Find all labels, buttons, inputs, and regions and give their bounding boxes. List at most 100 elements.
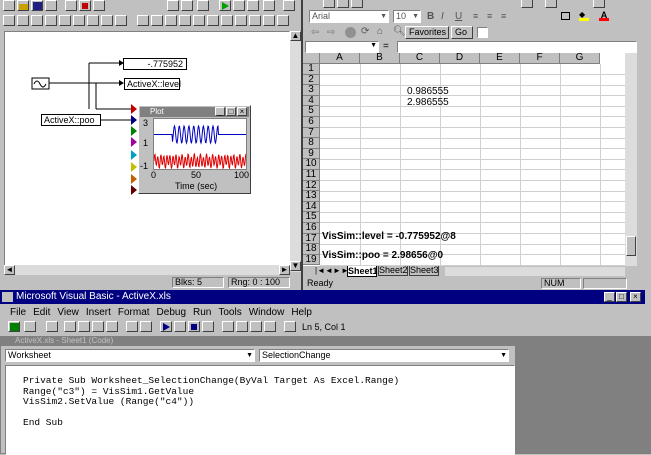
scroll-down-button[interactable]: ▼ <box>290 261 301 271</box>
excel-zoom-icon[interactable] <box>593 0 605 8</box>
code-line[interactable] <box>23 408 399 419</box>
block-tool-13-icon[interactable] <box>179 15 191 26</box>
search-web-icon[interactable]: 🔍︎ <box>393 26 406 37</box>
menu-debug[interactable]: Debug <box>157 307 186 318</box>
block-tool-17-icon[interactable] <box>235 15 247 26</box>
name-box[interactable]: ▼ <box>305 41 379 53</box>
activex-poo-block[interactable]: ActiveX::poo <box>41 114 101 126</box>
column-header-e[interactable]: E <box>480 53 520 64</box>
column-header-c[interactable]: C <box>400 53 440 64</box>
block-tool-5-icon[interactable] <box>59 15 71 26</box>
vb-find-icon[interactable] <box>106 321 118 332</box>
block-tool-8-icon[interactable] <box>101 15 113 26</box>
excel-help-icon[interactable] <box>545 0 557 8</box>
menu-window[interactable]: Window <box>249 307 285 318</box>
pause-icon[interactable] <box>233 0 245 11</box>
italic-button[interactable]: I <box>441 11 444 22</box>
new-icon[interactable] <box>3 0 15 11</box>
menu-help[interactable]: Help <box>291 307 312 318</box>
block-tool-4-icon[interactable] <box>45 15 57 26</box>
font-size-select[interactable]: 10 ▼ <box>393 10 421 23</box>
code-line[interactable]: VisSim2.SetValue (Range("c4")) <box>23 396 399 408</box>
column-header-b[interactable]: B <box>360 53 400 64</box>
plot-block[interactable]: Plot _ □ × 3 1 -1 0 50 100 Time (sec) <box>138 105 251 194</box>
align-right-icon[interactable]: ≡ <box>501 11 506 21</box>
block-tool-14-icon[interactable] <box>193 15 205 26</box>
tab-sheet1[interactable]: Sheet1 <box>347 266 378 277</box>
vissim-hscrollbar[interactable]: ◄ ► <box>4 265 290 275</box>
object-combo[interactable]: Worksheet ▼ <box>5 349 255 362</box>
vb-save-icon[interactable] <box>46 321 58 332</box>
excel-new-icon[interactable] <box>323 0 335 8</box>
plot-maximize-button[interactable]: □ <box>226 107 236 116</box>
scroll-left-button[interactable]: ◄ <box>4 265 15 275</box>
row-header-19[interactable]: 19 <box>303 254 320 266</box>
redo-icon[interactable] <box>140 321 152 332</box>
underline-button[interactable]: U <box>455 11 462 22</box>
vb-maximize-button[interactable]: □ <box>616 292 627 302</box>
step-icon[interactable] <box>247 0 259 11</box>
cut-icon[interactable] <box>65 0 77 11</box>
borders-icon[interactable] <box>561 12 570 20</box>
back-icon[interactable]: ⇦ <box>311 27 319 38</box>
web-toolbar-toggle[interactable] <box>477 27 488 38</box>
vb-help-icon[interactable] <box>284 321 296 332</box>
excel-scroll-thumb[interactable] <box>626 236 636 256</box>
menu-run[interactable]: Run <box>193 307 211 318</box>
excel-open-icon[interactable] <box>337 0 349 8</box>
row-header-16[interactable]: 16 <box>303 223 320 234</box>
tab-sheet3[interactable]: Sheet3 <box>409 266 439 276</box>
paste-icon[interactable] <box>93 0 105 11</box>
vb-copy-icon[interactable] <box>78 321 90 332</box>
favorites-menu[interactable]: Favorites ▾ <box>405 26 449 48</box>
run-icon[interactable] <box>160 321 172 332</box>
excel-vscrollbar[interactable] <box>625 53 637 266</box>
help-icon[interactable] <box>283 0 295 11</box>
hscroll-track[interactable] <box>445 267 625 276</box>
vissim-vscrollbar[interactable]: ▲ ▼ <box>290 31 301 272</box>
design-mode-icon[interactable] <box>202 321 214 332</box>
menu-view[interactable]: View <box>57 307 79 318</box>
first-sheet-icon[interactable]: |◄ <box>315 266 325 275</box>
activex-level-block[interactable]: ActiveX::level <box>124 78 181 90</box>
scroll-right-button[interactable]: ► <box>279 265 290 275</box>
excel-web-icon[interactable] <box>521 0 533 8</box>
block-tool-11-icon[interactable] <box>151 15 163 26</box>
plot-close-button[interactable]: × <box>237 107 247 116</box>
menu-file[interactable]: File <box>10 307 26 318</box>
pointer-icon[interactable] <box>181 0 193 11</box>
excel-save-icon[interactable] <box>351 0 363 8</box>
formula-input[interactable] <box>397 41 637 53</box>
column-header-d[interactable]: D <box>440 53 480 64</box>
block-tool-20-icon[interactable] <box>277 15 289 26</box>
undo-icon[interactable] <box>126 321 138 332</box>
stop-icon[interactable] <box>345 27 356 38</box>
prev-sheet-icon[interactable]: ◄ <box>325 266 333 275</box>
code-text[interactable]: Private Sub Worksheet_SelectionChange(By… <box>23 375 399 429</box>
zoom-icon[interactable] <box>167 0 179 11</box>
fill-color-icon[interactable]: ◆ <box>579 10 589 21</box>
vb-paste-icon[interactable] <box>92 321 104 332</box>
block-tool-15-icon[interactable] <box>207 15 219 26</box>
insert-module-icon[interactable] <box>24 321 36 332</box>
code-editor[interactable]: Private Sub Worksheet_SelectionChange(By… <box>5 365 515 455</box>
block-tool-19-icon[interactable] <box>263 15 275 26</box>
vissim-canvas[interactable]: -.775952 ActiveX::level ActiveX::poo Plo… <box>4 31 290 272</box>
plot-minimize-button[interactable]: _ <box>215 107 225 116</box>
font-color-icon[interactable]: A <box>599 10 609 21</box>
block-tool-3-icon[interactable] <box>31 15 43 26</box>
vb-cut-icon[interactable] <box>64 321 76 332</box>
block-tool-12-icon[interactable] <box>165 15 177 26</box>
cell-c3[interactable]: 0.986555 <box>407 86 449 97</box>
block-tool-7-icon[interactable] <box>87 15 99 26</box>
forward-icon[interactable]: ⇨ <box>327 27 335 38</box>
block-tool-9-icon[interactable] <box>115 15 127 26</box>
block-tool-1-icon[interactable] <box>3 15 15 26</box>
display-block[interactable]: -.775952 <box>123 58 187 70</box>
row-header-11[interactable]: 11 <box>303 170 320 181</box>
menu-tools[interactable]: Tools <box>218 307 241 318</box>
block-tool-10-icon[interactable] <box>137 15 149 26</box>
align-left-icon[interactable]: ≡ <box>473 11 478 21</box>
block-tool-18-icon[interactable] <box>249 15 261 26</box>
scroll-up-button[interactable]: ▲ <box>290 31 301 41</box>
